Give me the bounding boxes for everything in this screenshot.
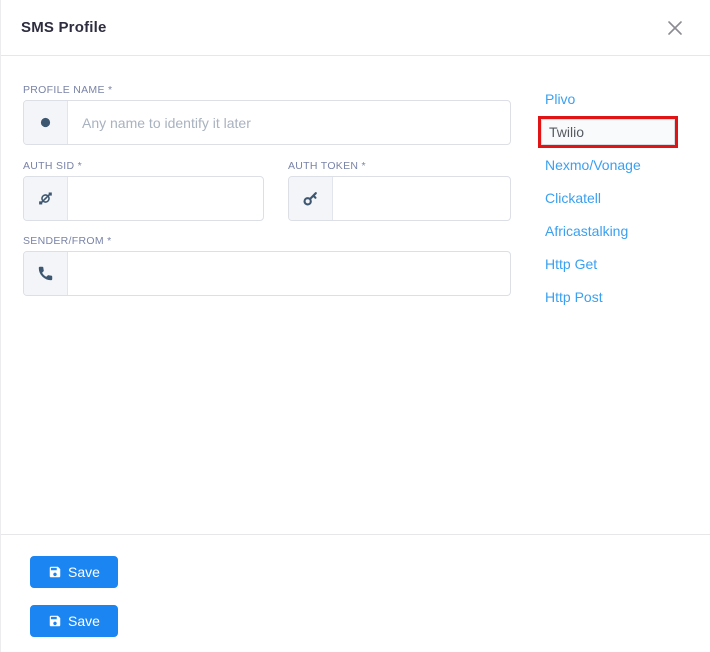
- auth-sid-label: AUTH SID *: [23, 160, 264, 172]
- auth-token-label: AUTH TOKEN *: [288, 160, 511, 172]
- provider-item-nexmo-vonage[interactable]: Nexmo/Vonage: [538, 148, 678, 181]
- save-icon: [48, 614, 62, 628]
- provider-label: Clickatell: [545, 190, 601, 206]
- modal-title: SMS Profile: [21, 19, 107, 36]
- provider-item-http-post[interactable]: Http Post: [538, 280, 678, 313]
- provider-nav: Plivo Twilio Nexmo/Vonage Clickatell Afr…: [538, 56, 678, 534]
- sms-profile-modal: SMS Profile PROFILE NAME *: [0, 0, 710, 652]
- save-button-label: Save: [68, 613, 100, 629]
- provider-label: Twilio: [549, 124, 584, 140]
- auth-sid-group: AUTH SID *: [23, 160, 264, 221]
- key-icon: [289, 177, 333, 220]
- sender-from-label: SENDER/FROM *: [23, 235, 511, 247]
- auth-row: AUTH SID * AU: [23, 160, 511, 221]
- provider-label: Plivo: [545, 91, 575, 107]
- provider-label: Http Post: [545, 289, 603, 305]
- provider-label: Africastalking: [545, 223, 628, 239]
- close-icon: [667, 20, 683, 36]
- modal-body: PROFILE NAME * AUTH SID *: [1, 56, 710, 534]
- auth-token-input[interactable]: [333, 177, 511, 220]
- save-icon: [48, 565, 62, 579]
- twilio-highlight-box: Twilio: [538, 116, 678, 148]
- provider-item-twilio-selected[interactable]: Twilio: [538, 115, 678, 148]
- modal-footer: Save Save: [1, 534, 710, 652]
- profile-name-label: PROFILE NAME *: [23, 84, 511, 96]
- sender-from-input[interactable]: [68, 252, 510, 295]
- body-spacer: [511, 56, 538, 534]
- provider-item-http-get[interactable]: Http Get: [538, 247, 678, 280]
- provider-item-plivo[interactable]: Plivo: [538, 82, 678, 115]
- close-button[interactable]: [664, 17, 686, 39]
- profile-name-input[interactable]: [68, 101, 510, 144]
- sender-from-group: SENDER/FROM *: [23, 235, 511, 296]
- modal-header: SMS Profile: [1, 0, 710, 56]
- save-button[interactable]: Save: [30, 556, 118, 588]
- auth-token-group: AUTH TOKEN *: [288, 160, 511, 221]
- provider-item-africastalking[interactable]: Africastalking: [538, 214, 678, 247]
- save-button-label: Save: [68, 564, 100, 580]
- sid-icon: [24, 177, 68, 220]
- provider-label: Nexmo/Vonage: [545, 157, 641, 173]
- auth-sid-input[interactable]: [68, 177, 264, 220]
- provider-item-clickatell[interactable]: Clickatell: [538, 181, 678, 214]
- profile-name-group: PROFILE NAME *: [23, 84, 511, 145]
- save-button-secondary[interactable]: Save: [30, 605, 118, 637]
- sms-profile-form: PROFILE NAME * AUTH SID *: [23, 56, 511, 534]
- circle-icon: [24, 101, 68, 144]
- provider-label: Http Get: [545, 256, 597, 272]
- phone-icon: [24, 252, 68, 295]
